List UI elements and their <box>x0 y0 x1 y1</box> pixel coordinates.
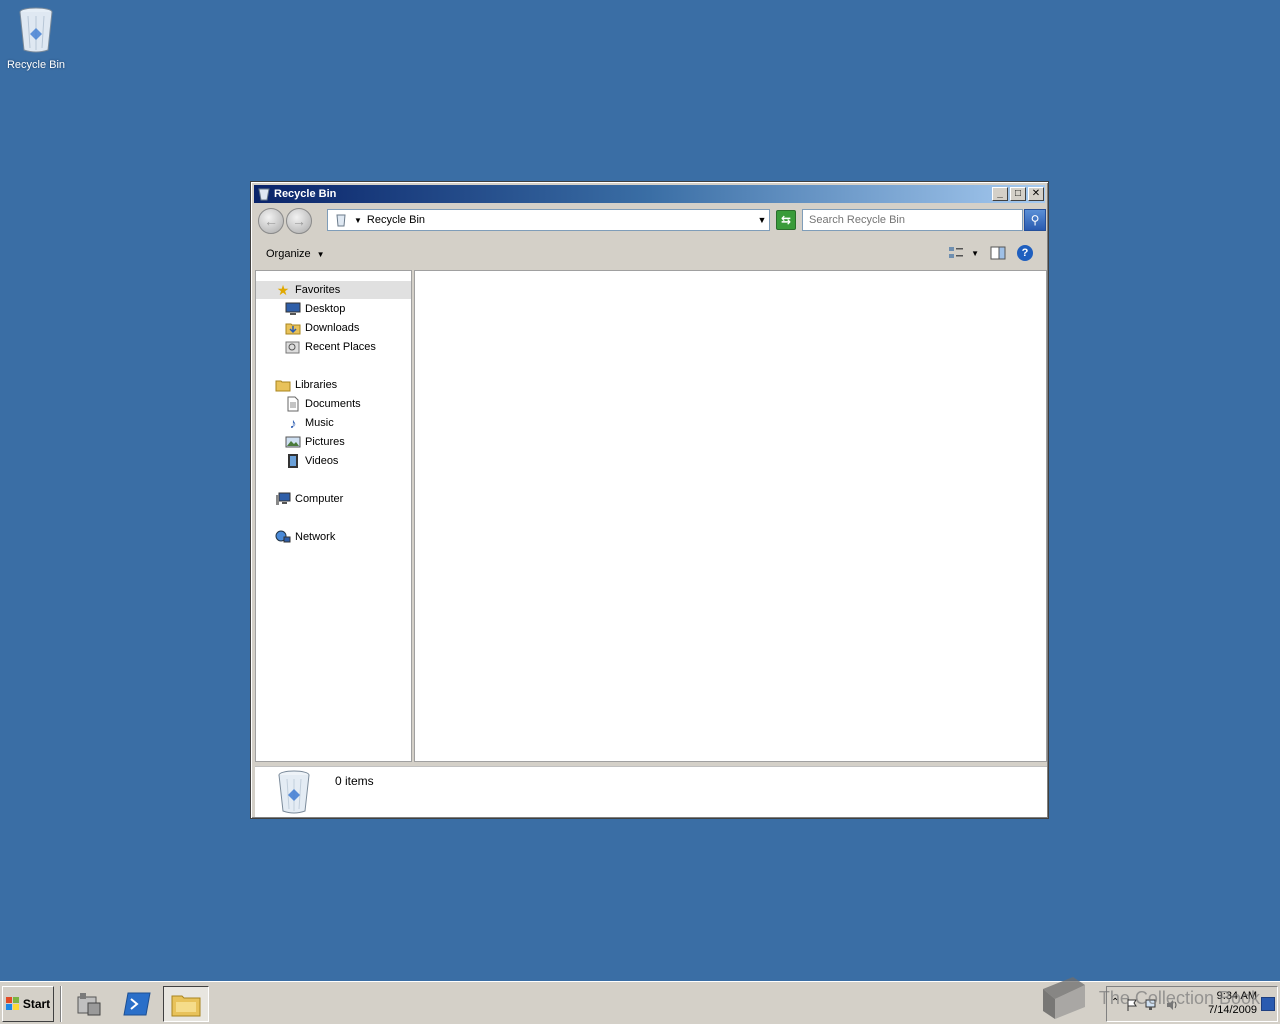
refresh-button[interactable]: ⇆ <box>776 210 796 230</box>
nav-libraries[interactable]: Libraries <box>256 376 411 394</box>
nav-videos[interactable]: Videos <box>256 452 411 470</box>
nav-documents-label: Documents <box>305 398 361 410</box>
folder-icon <box>171 995 201 1017</box>
nav-pictures-label: Pictures <box>305 436 345 448</box>
show-desktop-button[interactable] <box>1261 997 1275 1011</box>
recycle-bin-icon <box>19 7 53 53</box>
close-icon: ✕ <box>1031 188 1041 199</box>
start-label: Start <box>22 997 51 1011</box>
nav-favorites-label: Favorites <box>295 284 341 296</box>
explorer-window: Recycle Bin _ □ ✕ ← → ▼ Recycle Bin ▼ ⇆ <box>250 181 1049 819</box>
command-bar: Organize ▼ ▼ ? <box>254 240 1045 268</box>
nav-documents[interactable]: Documents <box>256 395 411 413</box>
minimize-icon: _ <box>997 188 1003 199</box>
volume-icon[interactable] <box>1165 998 1179 1012</box>
minimize-button[interactable]: _ <box>992 187 1008 201</box>
organize-label: Organize <box>266 248 311 260</box>
nav-pictures[interactable]: Pictures <box>256 433 411 451</box>
start-button[interactable]: Start <box>2 986 54 1022</box>
window-title: Recycle Bin <box>274 188 337 200</box>
nav-recent-places-label: Recent Places <box>305 341 376 353</box>
back-arrow-icon: ← <box>264 213 278 229</box>
view-options-dropdown-icon[interactable]: ▼ <box>971 249 979 258</box>
clock[interactable]: 9:34 AM 7/14/2009 <box>1208 989 1257 1017</box>
documents-icon <box>285 396 301 412</box>
videos-icon <box>285 453 301 469</box>
network-icon <box>275 529 291 545</box>
help-button[interactable]: ? <box>1017 245 1033 261</box>
organize-button[interactable]: Organize ▼ <box>266 248 325 260</box>
clock-time: 9:34 AM <box>1216 990 1257 1002</box>
nav-music[interactable]: ♪ Music <box>256 414 411 432</box>
taskbar-separator <box>60 986 62 1022</box>
pictures-icon <box>285 434 301 450</box>
powershell-icon <box>123 992 151 1016</box>
search-input[interactable] <box>802 209 1023 231</box>
refresh-icon: ⇆ <box>780 213 792 227</box>
nav-network-label: Network <box>295 531 336 543</box>
nav-network[interactable]: Network <box>256 528 411 546</box>
recent-places-icon <box>285 339 301 355</box>
close-button[interactable]: ✕ <box>1028 187 1044 201</box>
navigation-pane: ★ Favorites Desktop Downloads Recent Pla… <box>255 270 412 762</box>
recycle-bin-icon <box>278 770 310 814</box>
nav-computer-label: Computer <box>295 493 344 505</box>
address-bar[interactable]: ▼ Recycle Bin ▼ <box>327 209 770 231</box>
change-view-button[interactable] <box>947 244 965 262</box>
desktop-icon-label: Recycle Bin <box>6 59 66 71</box>
taskbar: Start ⌃ 9:34 AM 7/14/2009 <box>0 981 1280 1024</box>
address-dropdown-icon[interactable]: ▼ <box>755 215 769 225</box>
help-icon: ? <box>1021 247 1029 259</box>
maximize-icon: □ <box>1014 188 1022 199</box>
forward-button[interactable]: → <box>286 208 312 234</box>
nav-computer[interactable]: Computer <box>256 490 411 508</box>
nav-videos-label: Videos <box>305 455 339 467</box>
chevron-down-icon: ▼ <box>316 249 325 259</box>
network-tray-icon[interactable] <box>1145 998 1159 1012</box>
breadcrumb-arrow-icon[interactable]: ▼ <box>354 216 362 225</box>
forward-arrow-icon: → <box>292 213 306 229</box>
recycle-bin-icon <box>336 214 346 227</box>
show-hidden-icons-icon[interactable]: ⌃ <box>1111 997 1119 1008</box>
navigation-row: ← → ▼ Recycle Bin ▼ ⇆ ⚲ <box>254 206 1046 236</box>
search-button[interactable]: ⚲ <box>1024 209 1046 231</box>
file-list-area[interactable] <box>414 270 1047 762</box>
music-icon: ♪ <box>289 415 297 431</box>
nav-favorites[interactable]: ★ Favorites <box>256 281 411 299</box>
breadcrumb-recycle-bin[interactable]: Recycle Bin <box>367 214 425 226</box>
nav-libraries-label: Libraries <box>295 379 338 391</box>
taskbar-windows-explorer[interactable] <box>163 986 209 1022</box>
libraries-icon <box>275 377 291 393</box>
view-details-icon <box>949 247 964 258</box>
system-tray: ⌃ 9:34 AM 7/14/2009 <box>1106 986 1278 1022</box>
computer-icon <box>275 491 291 507</box>
taskbar-server-manager[interactable] <box>66 986 112 1022</box>
nav-music-label: Music <box>305 417 334 429</box>
desktop-icon-recycle-bin[interactable]: Recycle Bin <box>4 6 68 71</box>
item-count: 0 items <box>335 774 374 788</box>
clock-date: 7/14/2009 <box>1208 1004 1257 1016</box>
windows-logo-icon <box>5 997 19 1010</box>
recycle-bin-icon <box>258 188 270 201</box>
nav-recent-places[interactable]: Recent Places <box>256 338 411 356</box>
maximize-button[interactable]: □ <box>1010 187 1026 201</box>
back-button[interactable]: ← <box>258 208 284 234</box>
desktop-icon <box>285 301 301 317</box>
nav-downloads-label: Downloads <box>305 322 360 334</box>
preview-pane-button[interactable] <box>989 244 1007 262</box>
downloads-folder-icon <box>285 320 301 336</box>
title-bar[interactable]: Recycle Bin _ □ ✕ <box>254 185 1045 203</box>
server-manager-icon <box>77 993 101 1016</box>
nav-desktop[interactable]: Desktop <box>256 300 411 318</box>
nav-downloads[interactable]: Downloads <box>256 319 411 337</box>
taskbar-powershell[interactable] <box>114 986 160 1022</box>
star-icon: ★ <box>276 281 290 298</box>
details-pane: 0 items <box>255 766 1047 817</box>
nav-desktop-label: Desktop <box>305 303 346 315</box>
action-center-flag-icon[interactable] <box>1125 998 1139 1012</box>
search-icon: ⚲ <box>1030 213 1040 227</box>
preview-pane-icon <box>990 246 1006 260</box>
